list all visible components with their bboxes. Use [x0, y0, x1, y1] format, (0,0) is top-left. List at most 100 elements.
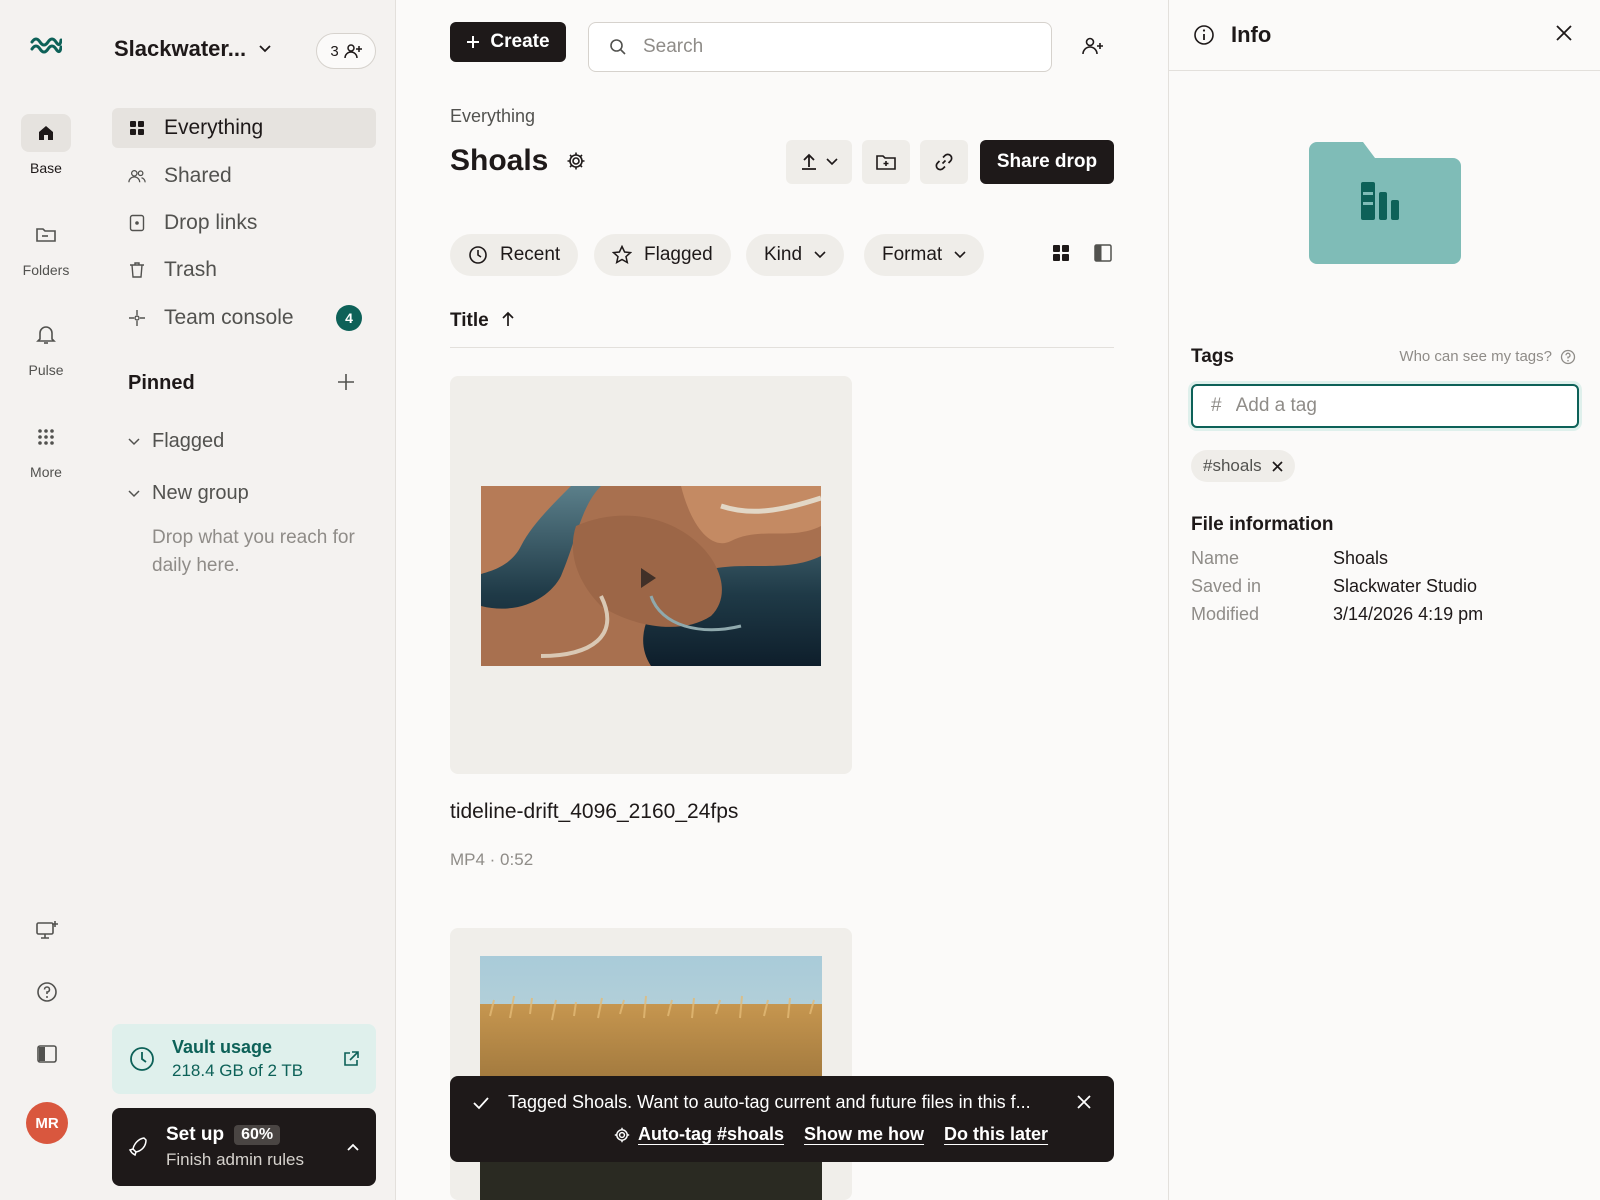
- sidebar-item-label: Everything: [164, 116, 264, 139]
- tag-input-field[interactable]: #: [1191, 384, 1579, 428]
- workspace-name: Slackwater...: [114, 36, 247, 61]
- folder-icon: [21, 216, 71, 254]
- rail-item-pulse[interactable]: Pulse: [0, 316, 92, 378]
- pinned-heading: Pinned: [128, 372, 195, 394]
- show-me-how-button[interactable]: Show me how: [804, 1124, 924, 1145]
- sidebar-item-drop-links[interactable]: Drop links: [112, 203, 376, 243]
- file-name[interactable]: tideline-drift_4096_2160_24fps: [450, 800, 738, 824]
- file-info-row: Modified 3/14/2026 4:19 pm: [1191, 604, 1483, 625]
- breadcrumb[interactable]: Everything: [450, 106, 535, 127]
- avatar[interactable]: MR: [26, 1102, 68, 1144]
- info-header: Info: [1169, 0, 1600, 71]
- rail-label: More: [30, 464, 62, 480]
- share-drop-button[interactable]: Share drop: [980, 140, 1114, 184]
- star-icon: [612, 245, 632, 265]
- sidebar-item-shared[interactable]: Shared: [112, 156, 376, 196]
- close-icon[interactable]: [1555, 24, 1573, 42]
- pinned-group-new-group[interactable]: New group: [128, 482, 249, 505]
- video-thumbnail: [481, 486, 821, 666]
- close-icon[interactable]: [1076, 1094, 1092, 1110]
- page-title: Shoals: [450, 144, 586, 178]
- sidebar-item-label: Team console: [164, 306, 294, 329]
- rail-item-base[interactable]: Base: [0, 114, 92, 176]
- setup-progress-card[interactable]: Set up 60% Finish admin rules: [112, 1108, 376, 1186]
- upload-icon: [800, 153, 818, 171]
- tag-label: #shoals: [1203, 456, 1262, 475]
- bell-icon: [21, 316, 71, 354]
- member-count-button[interactable]: 3: [316, 33, 376, 69]
- auto-tag-button[interactable]: Auto-tag #shoals: [614, 1124, 784, 1145]
- vault-usage-card[interactable]: Vault usage 218.4 GB of 2 TB: [112, 1024, 376, 1094]
- panel-view-icon[interactable]: [1094, 244, 1112, 262]
- help-icon[interactable]: [27, 972, 67, 1012]
- external-link-icon[interactable]: [342, 1050, 360, 1068]
- filter-label: Recent: [500, 244, 561, 265]
- new-folder-icon: [876, 153, 896, 171]
- chevron-down-icon: [128, 489, 140, 498]
- create-button[interactable]: Create: [450, 22, 566, 62]
- grid-icon: [128, 120, 146, 136]
- file-info-value: Shoals: [1333, 548, 1389, 568]
- file-info-value: Slackwater Studio: [1333, 576, 1478, 596]
- workspace-switcher[interactable]: Slackwater...: [114, 36, 272, 62]
- sidebar-item-team-console[interactable]: Team console 4: [112, 298, 376, 338]
- drop-link-icon: [128, 214, 146, 232]
- toast-message: Tagged Shoals. Want to auto-tag current …: [508, 1092, 1031, 1112]
- remove-tag-icon[interactable]: [1272, 460, 1283, 472]
- tag-input[interactable]: [1235, 395, 1556, 417]
- rail-item-folders[interactable]: Folders: [0, 216, 92, 278]
- people-icon: [128, 168, 146, 184]
- sidebar-item-trash[interactable]: Trash: [112, 250, 376, 290]
- sort-label: Title: [450, 310, 489, 331]
- arrow-up-icon: [501, 310, 515, 328]
- tags-visibility-link[interactable]: Who can see my tags?: [1399, 348, 1576, 365]
- gear-icon: [614, 1127, 630, 1143]
- member-count: 3: [330, 42, 339, 60]
- rail-item-more[interactable]: More: [0, 418, 92, 480]
- chevron-down-icon: [814, 251, 826, 259]
- home-icon: [21, 114, 71, 152]
- sidebar: Slackwater... 3 Everything Shared Drop l…: [92, 0, 396, 1200]
- setup-percent: 60%: [234, 1125, 281, 1145]
- invite-member-button[interactable]: [1082, 36, 1104, 56]
- create-label: Create: [490, 31, 550, 52]
- filter-kind[interactable]: Kind: [746, 234, 845, 276]
- group-label: New group: [152, 482, 249, 504]
- file-card-video[interactable]: [450, 376, 852, 774]
- pinned-group-flagged[interactable]: Flagged: [128, 430, 224, 453]
- check-icon: [472, 1096, 490, 1110]
- grid-view-icon[interactable]: [1052, 244, 1070, 262]
- trash-icon: [128, 261, 146, 279]
- file-info-key: Modified: [1191, 604, 1260, 624]
- filter-label: Format: [882, 244, 943, 265]
- info-panel: Info Tags Who can see my tags? # #shoals: [1168, 0, 1600, 1200]
- group-empty-hint: Drop what you reach for daily here.: [152, 527, 355, 576]
- tag-chip: #shoals: [1191, 450, 1295, 482]
- file-meta: MP4 · 0:52: [450, 850, 534, 869]
- app-logo-icon[interactable]: [30, 34, 62, 56]
- setup-detail: Finish admin rules: [166, 1150, 304, 1169]
- upload-button[interactable]: [786, 140, 852, 184]
- filter-label: Kind: [764, 244, 803, 265]
- new-folder-button[interactable]: [862, 140, 910, 184]
- search-bar[interactable]: [588, 22, 1052, 72]
- sidebar-item-everything[interactable]: Everything: [112, 108, 376, 148]
- do-this-later-button[interactable]: Do this later: [944, 1124, 1048, 1145]
- add-pinned-button[interactable]: [336, 372, 356, 392]
- filter-flagged[interactable]: Flagged: [594, 234, 731, 276]
- chevron-up-icon[interactable]: [346, 1142, 360, 1152]
- gear-icon[interactable]: [566, 151, 586, 171]
- sort-header[interactable]: Title: [450, 310, 1114, 348]
- filter-format[interactable]: Format: [864, 234, 985, 276]
- filter-recent[interactable]: Recent: [450, 234, 579, 276]
- rocket-icon: [128, 1136, 148, 1158]
- link-icon: [935, 153, 953, 171]
- sidebar-toggle-icon[interactable]: [27, 1034, 67, 1074]
- file-info-heading: File information: [1191, 514, 1334, 535]
- search-input[interactable]: [643, 36, 1023, 58]
- chevron-down-icon: [258, 44, 272, 54]
- rail-label: Folders: [22, 262, 70, 278]
- clock-icon: [128, 1045, 156, 1073]
- copy-link-button[interactable]: [920, 140, 968, 184]
- desktop-app-icon[interactable]: [27, 910, 67, 950]
